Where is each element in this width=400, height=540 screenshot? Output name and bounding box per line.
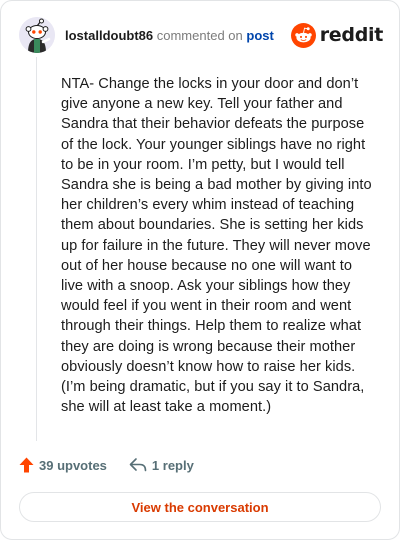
upvote-count: 39 upvotes	[39, 457, 107, 473]
upvote-arrow-icon	[19, 457, 34, 473]
post-link[interactable]: post	[246, 28, 273, 43]
thread-line	[36, 57, 37, 441]
reddit-wordmark: reddit	[319, 24, 384, 46]
reply-button[interactable]: 1 reply	[129, 457, 194, 473]
comment-meta: lostalldoubt86 commented on post	[65, 28, 274, 43]
username-link[interactable]: lostalldoubt86	[65, 28, 153, 43]
reply-count: 1 reply	[151, 457, 194, 473]
avatar[interactable]	[19, 17, 55, 53]
view-conversation-button[interactable]: View the conversation	[19, 492, 381, 522]
reddit-snoo-icon	[290, 22, 316, 48]
snoo-avatar-icon	[19, 17, 55, 53]
comment-actions: 39 upvotes 1 reply	[19, 457, 194, 473]
commented-on-text: commented on	[156, 27, 243, 43]
comment-body: NTA- Change the locks in your door and d…	[61, 76, 372, 416]
upvote-button[interactable]: 39 upvotes	[19, 457, 107, 473]
reddit-logo[interactable]: reddit	[290, 22, 384, 48]
comment-embed-card: lostalldoubt86 commented on post reddit …	[0, 0, 400, 540]
reply-arrow-icon	[129, 458, 147, 472]
view-conversation-label: View the conversation	[131, 499, 269, 515]
comment-header: lostalldoubt86 commented on post reddit	[19, 15, 383, 55]
